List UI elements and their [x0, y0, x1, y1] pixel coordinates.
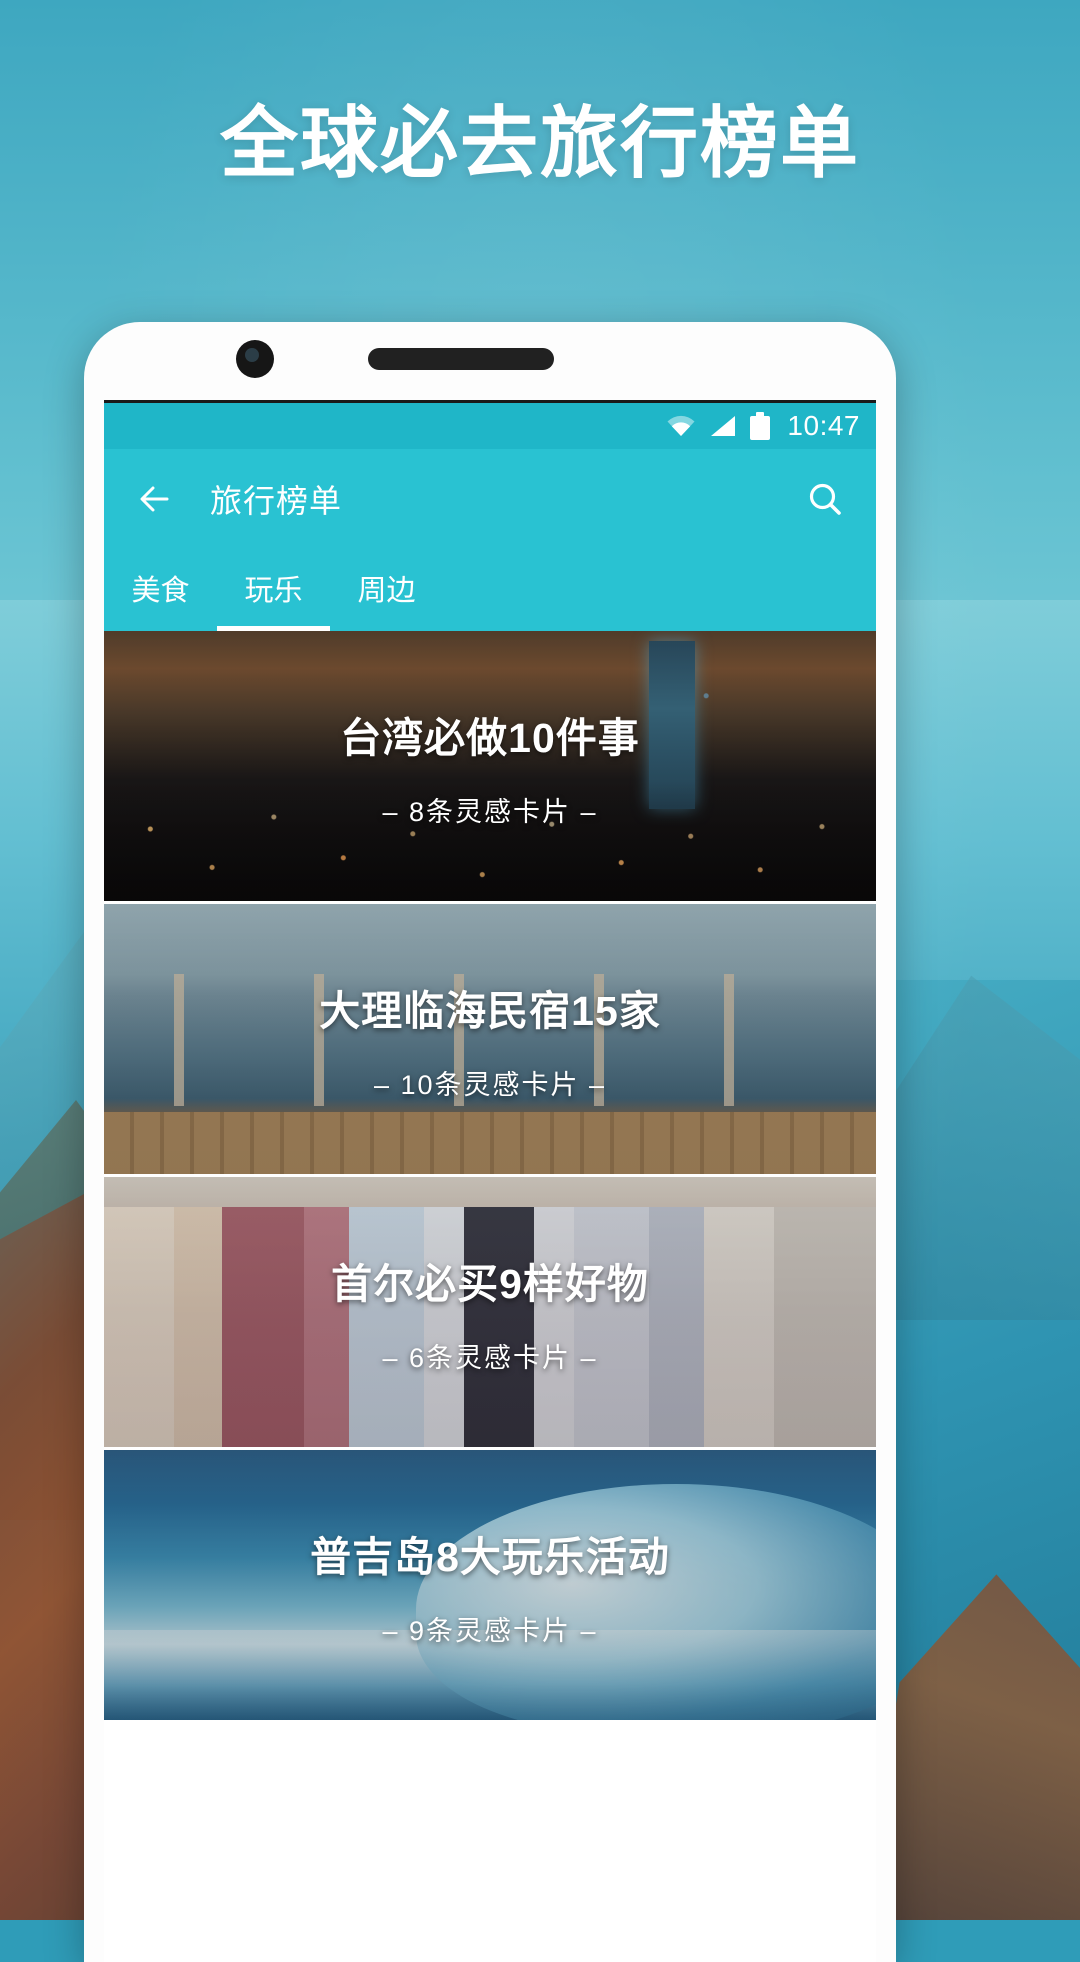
card-text: 台湾必做10件事 – 8条灵感卡片 –: [104, 631, 876, 901]
app-bar: 旅行榜单: [104, 449, 876, 549]
tab-label: 玩乐: [244, 575, 303, 607]
card-text: 普吉岛8大玩乐活动 – 9条灵感卡片 –: [104, 1450, 876, 1720]
tab-bar: 美食 玩乐 周边: [104, 549, 876, 631]
card-title: 普吉岛8大玩乐活动: [310, 1533, 670, 1580]
search-icon: [809, 483, 841, 515]
wifi-icon: [666, 415, 696, 437]
tab-meishi[interactable]: 美食: [104, 549, 217, 631]
tab-label: 周边: [357, 575, 416, 607]
card-text: 大理临海民宿15家 – 10条灵感卡片 –: [104, 904, 876, 1174]
card-subtitle: – 9条灵感卡片 –: [382, 1615, 598, 1646]
card-text: 首尔必买9样好物 – 6条灵感卡片 –: [104, 1177, 876, 1447]
page-title: 旅行榜单: [210, 483, 343, 519]
front-camera-icon: [236, 340, 274, 378]
promo-headline: 全球必去旅行榜单: [219, 99, 860, 187]
status-bar-icons: 10:47: [666, 410, 860, 442]
phone-screen: 10:47 旅行榜单 美食 玩乐 周边 台湾必做10件事 – 8条灵感卡片 – …: [104, 400, 876, 1962]
list-item[interactable]: 大理临海民宿15家 – 10条灵感卡片 –: [104, 901, 876, 1174]
list-item[interactable]: 普吉岛8大玩乐活动 – 9条灵感卡片 –: [104, 1447, 876, 1720]
list-item[interactable]: 首尔必买9样好物 – 6条灵感卡片 –: [104, 1174, 876, 1447]
card-subtitle: – 6条灵感卡片 –: [382, 1342, 598, 1373]
tab-label: 美食: [131, 575, 190, 607]
earpiece-speaker: [368, 348, 554, 370]
search-button[interactable]: [800, 474, 850, 524]
card-title: 首尔必买9样好物: [331, 1260, 649, 1307]
travel-list: 台湾必做10件事 – 8条灵感卡片 – 大理临海民宿15家 – 10条灵感卡片 …: [104, 631, 876, 1720]
card-subtitle: – 8条灵感卡片 –: [382, 796, 598, 827]
card-title: 大理临海民宿15家: [319, 987, 661, 1034]
tab-zhoubian[interactable]: 周边: [330, 549, 443, 631]
phone-mockup: 10:47 旅行榜单 美食 玩乐 周边 台湾必做10件事 – 8条灵感卡片 – …: [84, 322, 896, 1962]
tab-wanle[interactable]: 玩乐: [217, 549, 330, 631]
card-title: 台湾必做10件事: [340, 714, 640, 761]
signal-icon: [709, 414, 737, 438]
battery-icon: [750, 412, 771, 440]
back-arrow-icon: [140, 486, 169, 512]
status-bar-clock: 10:47: [787, 410, 860, 441]
card-subtitle: – 10条灵感卡片 –: [373, 1069, 607, 1100]
back-button[interactable]: [130, 475, 178, 523]
status-bar: 10:47: [104, 403, 876, 449]
list-item[interactable]: 台湾必做10件事 – 8条灵感卡片 –: [104, 631, 876, 901]
